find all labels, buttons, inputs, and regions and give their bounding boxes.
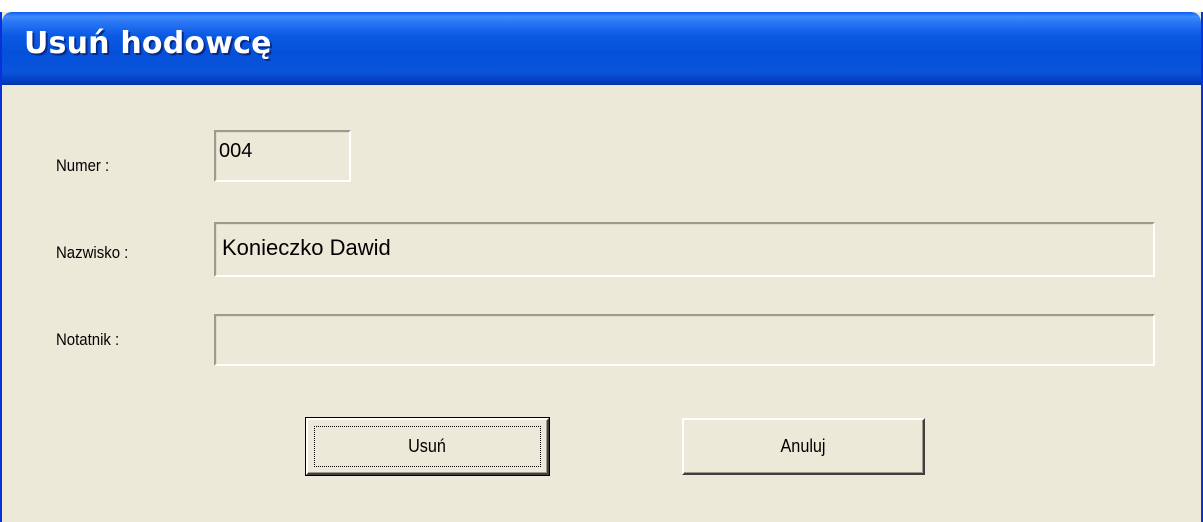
cancel-button-label: Anuluj <box>780 436 827 456</box>
notatnik-field[interactable] <box>214 314 1155 366</box>
notatnik-label: Notatnik : <box>56 330 120 349</box>
delete-button-label: Usuń <box>408 436 447 456</box>
title-bar[interactable]: Usuń hodowcę <box>2 12 1201 85</box>
numer-value: 004 <box>219 140 253 162</box>
delete-button[interactable]: Usuń <box>305 417 550 476</box>
window-title: Usuń hodowcę <box>24 26 272 61</box>
nazwisko-label: Nazwisko : <box>56 243 129 262</box>
nazwisko-field[interactable]: Konieczko Dawid <box>214 222 1155 277</box>
numer-label: Numer : <box>56 156 110 175</box>
cancel-button[interactable]: Anuluj <box>682 418 925 475</box>
delete-breeder-dialog: Usuń hodowcę Numer : 004 Nazwisko : Koni… <box>0 12 1203 522</box>
numer-field[interactable]: 004 <box>214 130 351 182</box>
nazwisko-value: Konieczko Dawid <box>222 235 391 260</box>
